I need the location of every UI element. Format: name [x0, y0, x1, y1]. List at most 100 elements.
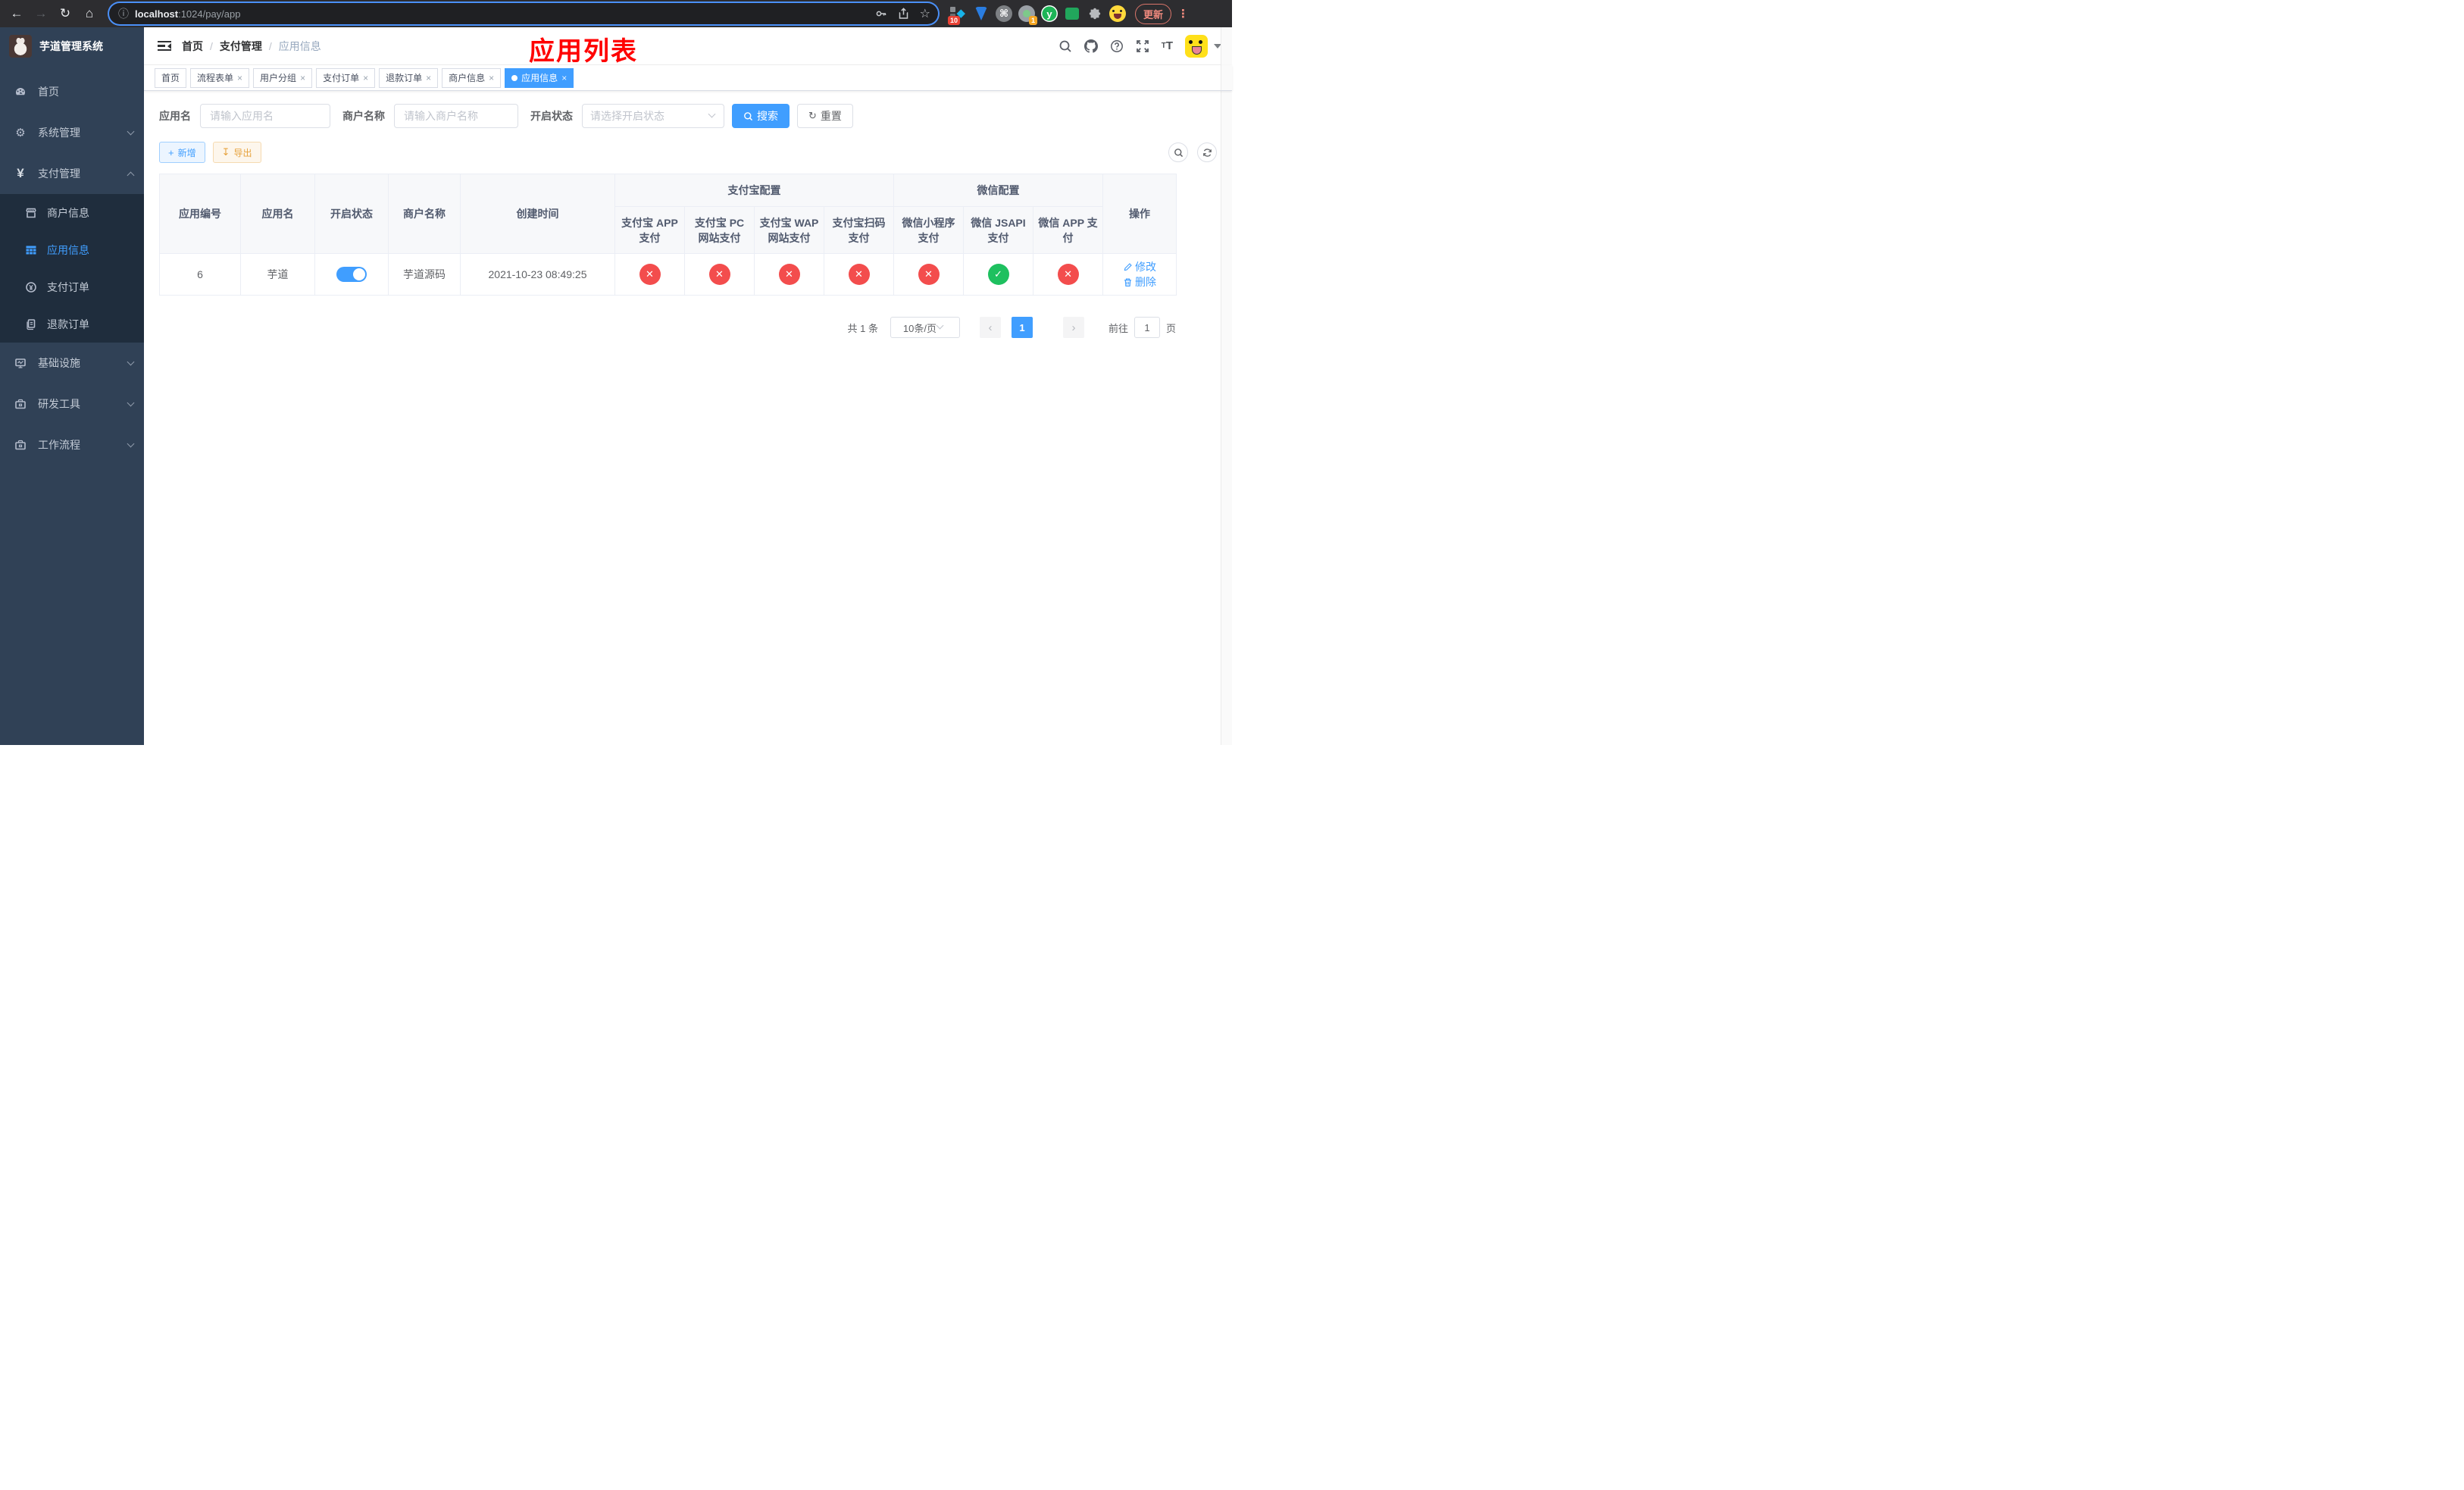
reset-button[interactable]: ↻ 重置 [797, 104, 853, 128]
breadcrumb-payment[interactable]: 支付管理 [220, 39, 262, 54]
header-search-icon[interactable] [1058, 39, 1072, 53]
monitor-icon [14, 357, 27, 369]
goto-label: 前往 [1108, 322, 1128, 334]
close-icon[interactable]: × [489, 73, 494, 83]
extension-recorder-icon[interactable]: 1 [1018, 5, 1037, 25]
sidebar-item-home[interactable]: 首页 [0, 71, 144, 112]
dashboard-icon [14, 86, 27, 98]
next-page-button[interactable]: › [1062, 317, 1084, 338]
close-icon[interactable]: × [300, 73, 305, 83]
extension-gem-icon[interactable] [972, 5, 990, 23]
sidebar-item-merchant-info[interactable]: 商户信息 [0, 194, 144, 231]
bookmark-star-icon[interactable]: ☆ [920, 6, 930, 21]
page-number-1[interactable]: 1 [1011, 317, 1033, 338]
status-check-icon: ✓ [987, 264, 1009, 285]
tab-refund-orders[interactable]: 退款订单 × [379, 67, 439, 88]
toggle-search-button[interactable] [1168, 142, 1188, 162]
extension-badge: 1 [1028, 16, 1037, 25]
app-name-input[interactable] [200, 104, 330, 128]
tab-pay-orders[interactable]: 支付订单 × [316, 67, 376, 88]
chevron-down-icon [127, 440, 135, 448]
browser-home-button[interactable]: ⌂ [79, 3, 100, 24]
sidebar-fold-icon[interactable] [158, 40, 171, 52]
cell-merchant: 芋道源码 [388, 253, 461, 296]
font-size-icon[interactable]: TT [1162, 39, 1173, 52]
add-button[interactable]: + 新增 [159, 142, 205, 163]
trash-icon [1124, 277, 1131, 286]
search-form: 应用名 商户名称 开启状态 请选择开启状态 搜索 ↻ 重置 [159, 104, 1217, 128]
merchant-name-input[interactable] [394, 104, 518, 128]
extension-y-icon[interactable]: y [1040, 5, 1058, 23]
sidebar-item-devtools[interactable]: 研发工具 [0, 383, 144, 424]
github-icon[interactable] [1083, 39, 1098, 53]
tab-user-group[interactable]: 用户分组 × [253, 67, 313, 88]
extensions-puzzle-icon[interactable] [1086, 5, 1104, 23]
app-logo-row[interactable]: 芋道管理系统 [0, 27, 144, 65]
browser-back-button[interactable]: ← [6, 3, 27, 24]
sidebar-item-pay-orders[interactable]: 支付订单 [0, 268, 144, 305]
delete-link[interactable]: 删除 [1123, 274, 1156, 290]
field-label: 应用名 [159, 110, 191, 122]
sidebar-item-system[interactable]: ⚙ 系统管理 [0, 112, 144, 153]
page-size-select[interactable]: 10条/页 [890, 317, 960, 338]
edit-link[interactable]: 修改 [1123, 259, 1156, 274]
close-icon[interactable]: × [426, 73, 431, 83]
toolbox-icon [14, 398, 27, 410]
profile-avatar[interactable] [1108, 5, 1127, 23]
active-dot [511, 74, 518, 81]
sidebar-item-app-info[interactable]: 应用信息 [0, 231, 144, 268]
search-button[interactable]: 搜索 [732, 104, 790, 128]
export-button[interactable]: ↧ 导出 [212, 142, 261, 163]
chevron-down-icon [127, 358, 135, 366]
field-label: 开启状态 [530, 110, 573, 122]
sidebar: 芋道管理系统 首页 ⚙ 系统管理 ¥ 支付管理 商户信息 应用信息 支付订单 退… [0, 27, 144, 745]
tab-merchant-info[interactable]: 商户信息 × [442, 67, 502, 88]
extension-command-icon[interactable]: ⌘ [995, 5, 1013, 23]
fullscreen-icon[interactable] [1136, 39, 1149, 53]
close-icon[interactable]: × [237, 73, 242, 83]
tab-app-info[interactable]: 应用信息 × [505, 67, 574, 88]
goto-page-input[interactable] [1134, 317, 1160, 338]
status-cross-icon: ✕ [1057, 264, 1079, 285]
tab-home[interactable]: 首页 [155, 67, 187, 88]
refresh-table-button[interactable] [1197, 142, 1217, 162]
status-toggle[interactable] [336, 267, 367, 282]
status-select[interactable]: 请选择开启状态 [582, 104, 724, 128]
extension-chat-icon[interactable] [1063, 5, 1081, 23]
extension-grid-icon[interactable]: ◆ 10 [948, 5, 968, 25]
col-alipay-qr: 支付宝扫码支付 [824, 206, 894, 254]
site-info-icon[interactable]: ⓘ [118, 6, 129, 21]
browser-update-button[interactable]: 更新 [1135, 3, 1172, 24]
cell-alipay-pc: ✕ [684, 253, 755, 296]
sidebar-item-payment[interactable]: ¥ 支付管理 [0, 153, 144, 194]
page-content: 应用名 商户名称 开启状态 请选择开启状态 搜索 ↻ 重置 [144, 91, 1232, 745]
close-icon[interactable]: × [561, 73, 567, 83]
sidebar-item-refund-orders[interactable]: 退款订单 [0, 305, 144, 343]
sidebar-item-infra[interactable]: 基础设施 [0, 343, 144, 383]
scrollbar-track[interactable] [1221, 27, 1232, 745]
table-row: 6 芋道 芋道源码 2021-10-23 08:49:25 ✕ ✕ ✕ ✕ ✕ … [159, 253, 1177, 296]
password-key-icon[interactable] [875, 8, 887, 20]
plus-icon: + [168, 146, 174, 158]
extension-badge: 10 [948, 16, 961, 25]
browser-menu-icon[interactable]: ⋮ [1177, 7, 1189, 20]
page-unit-label: 页 [1165, 322, 1176, 334]
prev-page-button[interactable]: ‹ [979, 317, 1001, 338]
sidebar-item-workflow[interactable]: 工作流程 [0, 424, 144, 465]
cell-created: 2021-10-23 08:49:25 [460, 253, 615, 296]
help-icon[interactable] [1110, 39, 1124, 53]
chevron-up-icon [127, 171, 135, 179]
red-annotation-text: 应用列表 [529, 37, 638, 66]
browser-forward-button[interactable]: → [30, 3, 52, 24]
breadcrumb-home[interactable]: 首页 [182, 39, 203, 54]
address-bar[interactable]: ⓘ localhost:1024/pay/app ☆ [109, 3, 938, 24]
browser-reload-button[interactable]: ↻ [55, 3, 76, 24]
toolbox-icon [14, 439, 27, 451]
document-copy-icon [24, 318, 38, 330]
tab-process-form[interactable]: 流程表单 × [190, 67, 250, 88]
chevron-down-icon [127, 127, 135, 136]
chevron-down-icon [127, 399, 135, 407]
share-icon[interactable] [898, 8, 909, 20]
close-icon[interactable]: × [363, 73, 368, 83]
user-avatar[interactable] [1185, 34, 1208, 58]
